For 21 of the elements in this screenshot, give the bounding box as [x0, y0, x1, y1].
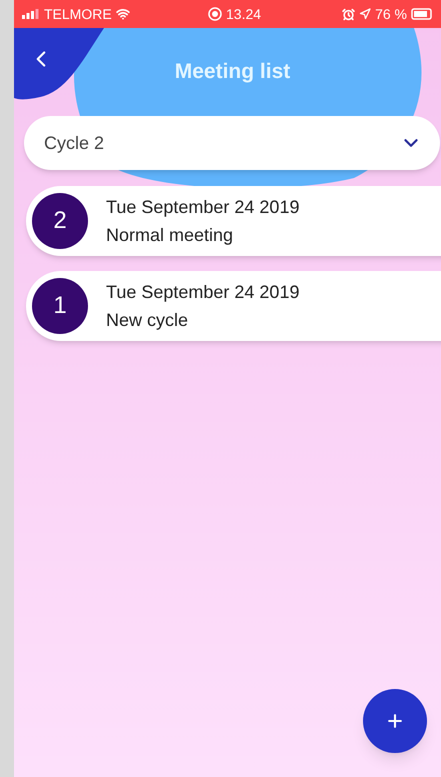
- meeting-name: Normal meeting: [106, 224, 234, 246]
- dropdown-value: Cycle 2: [44, 132, 104, 155]
- carrier-name: TELMORE: [44, 4, 112, 24]
- plus-icon: [385, 711, 405, 731]
- meeting-date: Tue September 24 2019: [106, 281, 300, 303]
- location-icon: [359, 8, 372, 20]
- cycle-dropdown[interactable]: Cycle 2: [24, 116, 440, 170]
- battery-percent: 76 %: [375, 4, 407, 24]
- wifi-icon: [116, 7, 130, 21]
- signal-icon: [22, 9, 40, 19]
- meeting-card[interactable]: 2 Tue September 24 2019 Normal meeting: [26, 186, 441, 256]
- meeting-number: 2: [32, 193, 88, 249]
- battery-icon: [411, 8, 433, 20]
- meeting-number: 1: [32, 278, 88, 334]
- clock-time: 13.24: [226, 4, 262, 24]
- meeting-name: New cycle: [106, 309, 190, 331]
- alarm-icon: [342, 8, 356, 20]
- meeting-date: Tue September 24 2019: [106, 196, 300, 218]
- record-icon: [208, 7, 222, 21]
- meeting-card[interactable]: 1 Tue September 24 2019 New cycle: [26, 271, 441, 341]
- page-title: Meeting list: [174, 59, 290, 86]
